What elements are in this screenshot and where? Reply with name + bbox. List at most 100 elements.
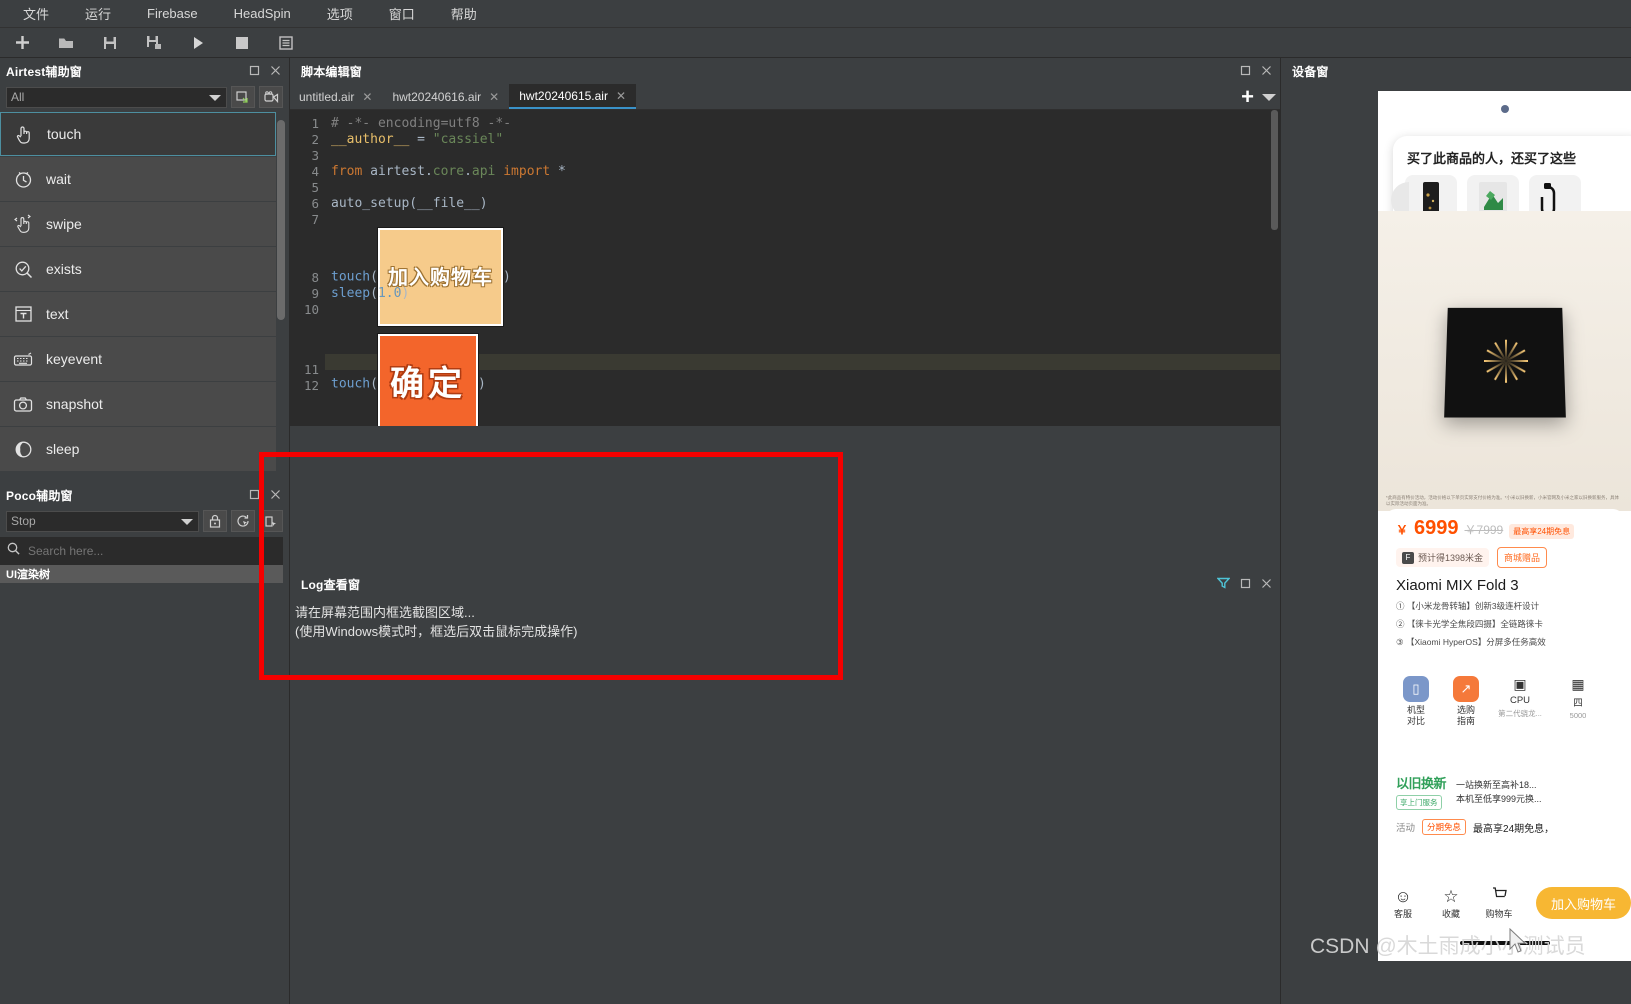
log-panel-header: Log查看窗 <box>289 571 1280 597</box>
menu-headspin[interactable]: HeadSpin <box>221 2 304 25</box>
airtest-filter-select[interactable]: All <box>6 86 227 108</box>
action-item-snapshot[interactable]: snapshot <box>0 382 276 426</box>
close-icon[interactable]: ✕ <box>362 90 372 104</box>
compare-label-1: 机型 <box>1406 705 1425 715</box>
filter-icon[interactable] <box>1216 577 1231 591</box>
cart-entry[interactable]: 购物车 <box>1482 886 1516 920</box>
menu-window[interactable]: 窗口 <box>376 0 428 27</box>
log-messages[interactable]: 请在屏幕范围内框选截图区域... (使用Windows模式时，框选后双击鼠标完成… <box>289 597 1280 1004</box>
chevron-down-icon[interactable] <box>1262 93 1276 101</box>
code-editor-scrollbar[interactable] <box>1271 110 1278 230</box>
save-icon[interactable] <box>88 30 132 56</box>
close-icon[interactable] <box>1261 65 1272 78</box>
report-icon[interactable] <box>264 30 308 56</box>
close-icon[interactable] <box>1261 578 1272 591</box>
gift-tag[interactable]: 商城赠品 <box>1497 547 1548 568</box>
support-entry[interactable]: ☺ 客服 <box>1386 887 1420 920</box>
device-panel-title: 设备窗 <box>1292 64 1329 79</box>
poco-mode-select[interactable]: Stop <box>6 510 199 532</box>
device-screen[interactable]: 买了此商品的人，还买了这些 *此商品有特价活动，活动价格以下单页实际支付价格为准… <box>1378 91 1631 961</box>
mi-points-tag[interactable]: F 预计得1398米金 <box>1396 548 1490 567</box>
line-number: 10 <box>303 302 319 317</box>
menu-options[interactable]: 选项 <box>314 0 366 27</box>
editor-log-splitter[interactable] <box>289 426 1280 571</box>
stop-icon[interactable] <box>220 30 264 56</box>
inspect-icon[interactable] <box>259 510 283 532</box>
image-chip-add-to-cart[interactable]: 加入购物车 <box>377 228 503 326</box>
new-tab-button[interactable]: + <box>1235 86 1260 108</box>
action-item-keyevent[interactable]: keyevent <box>0 337 276 381</box>
activity-text: 最高享24期免息， <box>1473 823 1555 835</box>
run-icon[interactable] <box>176 30 220 56</box>
hero-legal-note: *此商品有特价活动，活动价格以下单页实际支付价格为准。*小米以旧换新，小米官网及… <box>1386 495 1619 506</box>
ui-render-tree-body[interactable] <box>0 583 289 963</box>
close-icon[interactable] <box>270 489 281 502</box>
search-input[interactable] <box>28 544 276 558</box>
tab-hwt20240616-air[interactable]: hwt20240616.air ✕ <box>382 84 509 109</box>
action-item-wait[interactable]: wait <box>0 157 276 201</box>
left-center-splitter[interactable] <box>289 58 290 1004</box>
action-label-swipe: swipe <box>46 216 82 232</box>
action-item-sleep[interactable]: sleep <box>0 427 276 471</box>
line-number: 8 <box>311 270 319 285</box>
activity-row[interactable]: 活动 分期免息 最高享24期免息， <box>1396 819 1613 835</box>
record-icon[interactable] <box>259 86 283 108</box>
add-to-cart-button[interactable]: 加入购物车 <box>1536 887 1631 919</box>
code-line-touch-cart: touch(加入购物车) <box>331 228 1280 326</box>
action-item-touch[interactable]: touch <box>0 112 276 156</box>
menu-firebase[interactable]: Firebase <box>134 2 211 25</box>
lock-icon[interactable] <box>203 510 227 532</box>
code-line-2: __author__ = "cassiel" <box>331 132 504 147</box>
menu-help[interactable]: 帮助 <box>438 0 490 27</box>
save-as-icon[interactable] <box>132 30 176 56</box>
maximize-icon[interactable] <box>249 65 260 78</box>
activity-label: 活动 <box>1396 823 1416 834</box>
image-chip-confirm[interactable]: 确定 <box>377 334 478 426</box>
trade-in-promo[interactable]: 以旧换新 享上门服务 一站换新至高补18... 本机至低享999元换... <box>1396 773 1613 810</box>
screenshot-region-icon[interactable] <box>231 86 255 108</box>
maximize-icon[interactable] <box>249 489 260 502</box>
center-right-splitter[interactable] <box>1280 58 1281 1004</box>
poco-assistant-panel: Poco辅助窗 Stop Search here... UI渲染树 <box>0 482 289 1002</box>
touch-hand-icon <box>13 123 35 145</box>
action-item-exists[interactable]: exists <box>0 247 276 291</box>
compare-icon: ▯ <box>1403 676 1429 702</box>
poco-search-row[interactable] <box>0 537 283 565</box>
log-line: (使用Windows模式时，框选后双击鼠标完成操作) <box>295 624 578 639</box>
favorite-entry[interactable]: ☆ 收藏 <box>1434 887 1468 920</box>
action-item-swipe[interactable]: swipe <box>0 202 276 246</box>
action-list-scrollbar[interactable] <box>277 112 285 472</box>
product-hero-image[interactable]: *此商品有特价活动，活动价格以下单页实际支付价格为准。*小米以旧换新，小米官网及… <box>1378 211 1631 511</box>
maximize-icon[interactable] <box>1240 65 1251 78</box>
model-compare-entry[interactable]: ▯ 机型 对比 <box>1396 676 1436 727</box>
tab-hwt20240615-air[interactable]: hwt20240615.air ✕ <box>509 84 637 109</box>
close-icon[interactable]: ✕ <box>616 89 626 103</box>
favorite-label: 收藏 <box>1441 908 1460 919</box>
code-editor[interactable]: 1 2 3 4 5 6 7 8 9 10 11 12 # -*- encodin… <box>289 110 1280 426</box>
close-icon[interactable] <box>270 65 281 78</box>
editor-tabstrip: untitled.air ✕ hwt20240616.air ✕ hwt2024… <box>289 84 1280 110</box>
code-line-touch-confirm: touch(确定) <box>331 334 1280 426</box>
tab-untitled-air[interactable]: untitled.air ✕ <box>289 84 382 109</box>
folder-open-icon[interactable] <box>44 30 88 56</box>
menu-run[interactable]: 运行 <box>72 0 124 27</box>
airtest-filter-value: All <box>11 90 25 104</box>
maximize-icon[interactable] <box>1240 578 1251 591</box>
plus-icon[interactable] <box>0 30 44 56</box>
log-panel-title: Log查看窗 <box>301 577 361 592</box>
code-line-1: # -*- encoding=utf8 -*- <box>331 116 512 131</box>
chevron-down-icon <box>181 519 193 525</box>
spec-card: ▯ 机型 对比 ↗ 选购 指南 ▣ CPU 第二代骁龙... ▦ 四 5000 <box>1386 666 1623 737</box>
extra-sub: 5000 <box>1569 711 1587 720</box>
buying-guide-entry[interactable]: ↗ 选购 指南 <box>1446 676 1486 727</box>
airtest-ide-window: 文件 运行 Firebase HeadSpin 选项 窗口 帮助 Airtest… <box>0 0 1631 1004</box>
refresh-cursor-icon[interactable] <box>231 510 255 532</box>
close-icon[interactable]: ✕ <box>489 90 499 104</box>
line-number: 11 <box>303 362 319 377</box>
main-toolbar <box>0 28 1631 58</box>
menu-file[interactable]: 文件 <box>10 0 62 27</box>
search-icon <box>7 542 20 560</box>
action-item-text[interactable]: text <box>0 292 276 336</box>
cpu-label: CPU <box>1509 695 1531 706</box>
